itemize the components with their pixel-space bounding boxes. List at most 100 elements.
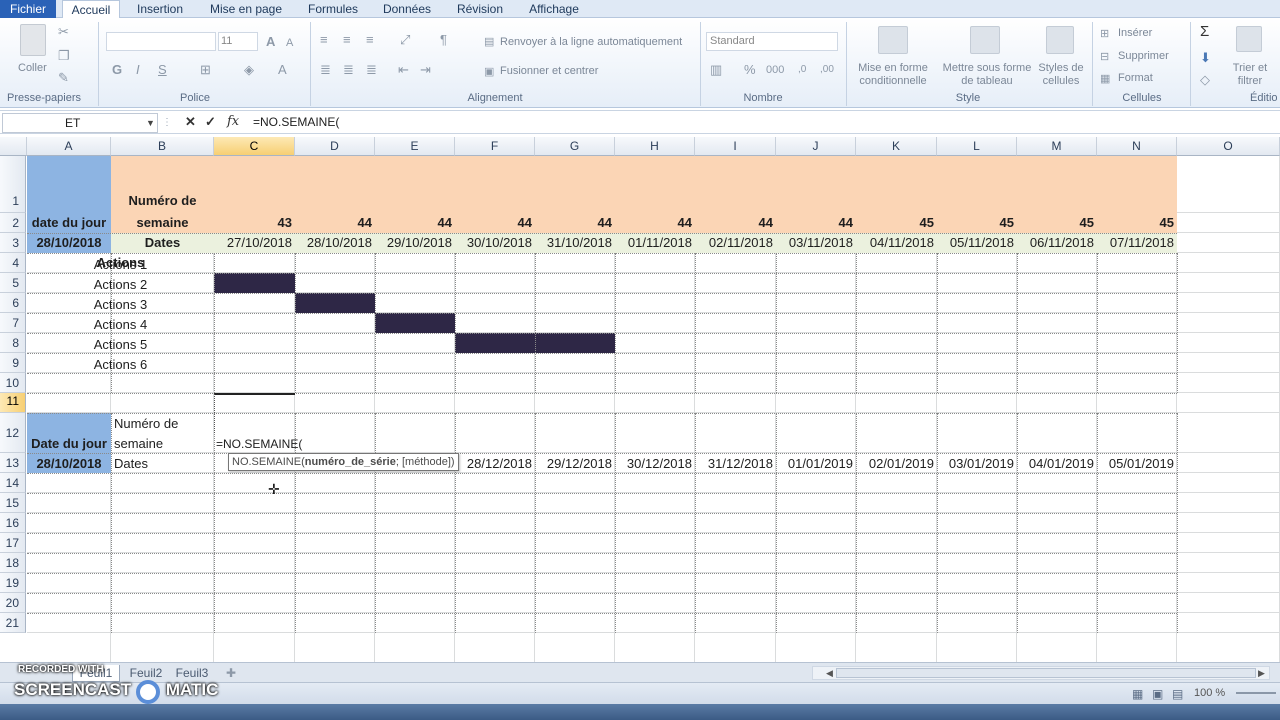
date-10[interactable]: 05/11/2018 xyxy=(937,233,1017,253)
row-header-15[interactable]: 15 xyxy=(0,493,26,513)
cell-b12[interactable]: Dates xyxy=(114,454,148,474)
row-header-20[interactable]: 20 xyxy=(0,593,26,613)
week-number-4[interactable]: 44 xyxy=(455,213,535,233)
week-number-7[interactable]: 44 xyxy=(695,213,776,233)
date-5[interactable]: 31/10/2018 xyxy=(535,233,615,253)
fill-color-icon[interactable]: ◈ xyxy=(244,62,254,78)
week-number-8[interactable]: 44 xyxy=(776,213,856,233)
cell-a1[interactable]: date du jour xyxy=(27,213,111,233)
action-label-3[interactable]: Actions 3 xyxy=(27,295,214,315)
week-number-1[interactable]: 43 xyxy=(214,213,295,233)
bold-icon[interactable]: G xyxy=(112,62,122,78)
align-right-icon[interactable]: ≣ xyxy=(366,62,377,78)
new-sheet-icon[interactable]: ✚ xyxy=(226,665,236,681)
gantt-bar-action-2[interactable] xyxy=(295,293,375,313)
sort-filter-icon[interactable] xyxy=(1236,26,1262,52)
column-header-j[interactable]: J xyxy=(776,137,856,156)
row-header-9[interactable]: 9 xyxy=(0,353,26,373)
column-header-c[interactable]: C xyxy=(214,137,295,156)
name-box[interactable]: ET xyxy=(2,113,158,133)
week-number-11[interactable]: 45 xyxy=(1017,213,1097,233)
cell-b1-line2[interactable]: semaine xyxy=(111,213,214,233)
date-4[interactable]: 30/10/2018 xyxy=(455,233,535,253)
column-header-g[interactable]: G xyxy=(535,137,615,156)
format-icon[interactable]: ▦ xyxy=(1100,71,1110,87)
decrease-indent-icon[interactable]: ⇤ xyxy=(398,62,409,78)
cell-a12[interactable]: 28/10/2018 xyxy=(27,454,111,474)
row-header-18[interactable]: 18 xyxy=(0,553,26,573)
font-size-box[interactable]: 11 xyxy=(218,32,258,51)
row-header-5[interactable]: 5 xyxy=(0,273,26,293)
row-header-10[interactable]: 10 xyxy=(0,373,26,393)
week-number-2[interactable]: 44 xyxy=(295,213,375,233)
scroll-left-icon[interactable]: ◀ xyxy=(826,665,833,681)
column-header-n[interactable]: N xyxy=(1097,137,1177,156)
decrease-decimal-icon[interactable]: ,00 xyxy=(820,62,834,78)
date-1[interactable]: 27/10/2018 xyxy=(214,233,295,253)
column-header-e[interactable]: E xyxy=(375,137,455,156)
row-header-6[interactable]: 6 xyxy=(0,293,26,313)
column-header-b[interactable]: B xyxy=(111,137,214,156)
shrink-font-icon[interactable]: A xyxy=(286,35,293,51)
grow-font-icon[interactable]: A xyxy=(266,34,275,50)
coller-label[interactable]: Coller xyxy=(18,62,47,74)
row-header-2[interactable]: 2 xyxy=(0,213,26,233)
date-11[interactable]: 06/11/2018 xyxy=(1017,233,1097,253)
column-header-i[interactable]: I xyxy=(695,137,776,156)
italic-icon[interactable]: I xyxy=(136,62,140,78)
cell-a11[interactable]: Date du jour xyxy=(27,434,111,454)
conditional-format-icon[interactable] xyxy=(878,26,908,54)
date-9[interactable]: 04/11/2018 xyxy=(856,233,937,253)
table-format-icon[interactable] xyxy=(970,26,1000,54)
week-number-9[interactable]: 45 xyxy=(856,213,937,233)
column-header-h[interactable]: H xyxy=(615,137,695,156)
cell-b1-line1[interactable]: Numéro de xyxy=(111,191,214,211)
date2-5[interactable]: 01/01/2019 xyxy=(776,454,856,474)
row-header-13[interactable]: 13 xyxy=(0,453,26,473)
align-bottom-icon[interactable]: ≡ xyxy=(366,32,374,48)
column-header-m[interactable]: M xyxy=(1017,137,1097,156)
tooltip-arg2[interactable]: [méthode]) xyxy=(402,456,455,468)
align-left-icon[interactable]: ≣ xyxy=(320,62,331,78)
merge-icon[interactable]: ▣ xyxy=(484,64,494,80)
cell-a2[interactable]: 28/10/2018 xyxy=(27,233,111,253)
formula-input[interactable]: =NO.SEMAINE( xyxy=(253,115,339,129)
clear-icon[interactable]: ◇ xyxy=(1200,72,1210,88)
cancel-icon[interactable]: ✕ xyxy=(185,114,196,130)
worksheet-grid[interactable]: ABCDEFGHIJKLMNO 1 2 3 4 5 6 7 8 9 10 11 12 13 14 15 16 1… xyxy=(0,137,1280,662)
gantt-bar-action-1[interactable] xyxy=(214,273,295,293)
select-all-corner[interactable] xyxy=(0,137,27,156)
row-header-3[interactable]: 3 xyxy=(0,233,26,253)
align-top-icon[interactable]: ≡ xyxy=(320,32,328,48)
cell-styles-button[interactable]: Styles de cellules xyxy=(1036,62,1086,88)
row-header-16[interactable]: 16 xyxy=(0,513,26,533)
row-header-19[interactable]: 19 xyxy=(0,573,26,593)
column-header-o[interactable]: O xyxy=(1177,137,1280,156)
zoom-slider[interactable] xyxy=(1236,692,1276,694)
thousands-icon[interactable]: 000 xyxy=(766,62,784,78)
number-format-select[interactable]: Standard xyxy=(706,32,838,51)
fill-icon[interactable]: ⬇ xyxy=(1200,50,1211,66)
date2-4[interactable]: 31/12/2018 xyxy=(695,454,776,474)
scrollbar-thumb[interactable] xyxy=(836,668,1256,678)
action-label-4[interactable]: Actions 4 xyxy=(27,315,214,335)
date-2[interactable]: 28/10/2018 xyxy=(295,233,375,253)
tooltip-arg1[interactable]: numéro_de_série xyxy=(305,456,396,468)
increase-decimal-icon[interactable]: ,0 xyxy=(798,62,806,78)
row-header-11[interactable]: 11 xyxy=(0,393,26,413)
page-break-icon[interactable]: ▤ xyxy=(1172,686,1183,702)
borders-icon[interactable]: ⊞ xyxy=(200,62,211,78)
orientation-icon[interactable]: ⤢ xyxy=(400,32,410,48)
paste-icon[interactable] xyxy=(20,24,46,56)
column-header-l[interactable]: L xyxy=(937,137,1017,156)
date2-1[interactable]: 28/12/2018 xyxy=(455,454,535,474)
wrap-text-button[interactable]: Renvoyer à la ligne automatiquement xyxy=(500,36,682,48)
row-header-12[interactable]: 12 xyxy=(0,413,26,453)
week-number-3[interactable]: 44 xyxy=(375,213,455,233)
tab-insertion[interactable]: Insertion xyxy=(128,0,192,18)
merge-center-button[interactable]: Fusionner et centrer xyxy=(500,65,598,77)
cell-c11-editing[interactable]: =NO.SEMAINE( xyxy=(216,434,302,454)
table-format-button[interactable]: Mettre sous forme de tableau xyxy=(938,62,1036,88)
font-color-icon[interactable]: A xyxy=(278,62,287,78)
sort-filter-button[interactable]: Trier et filtrer xyxy=(1226,62,1274,88)
